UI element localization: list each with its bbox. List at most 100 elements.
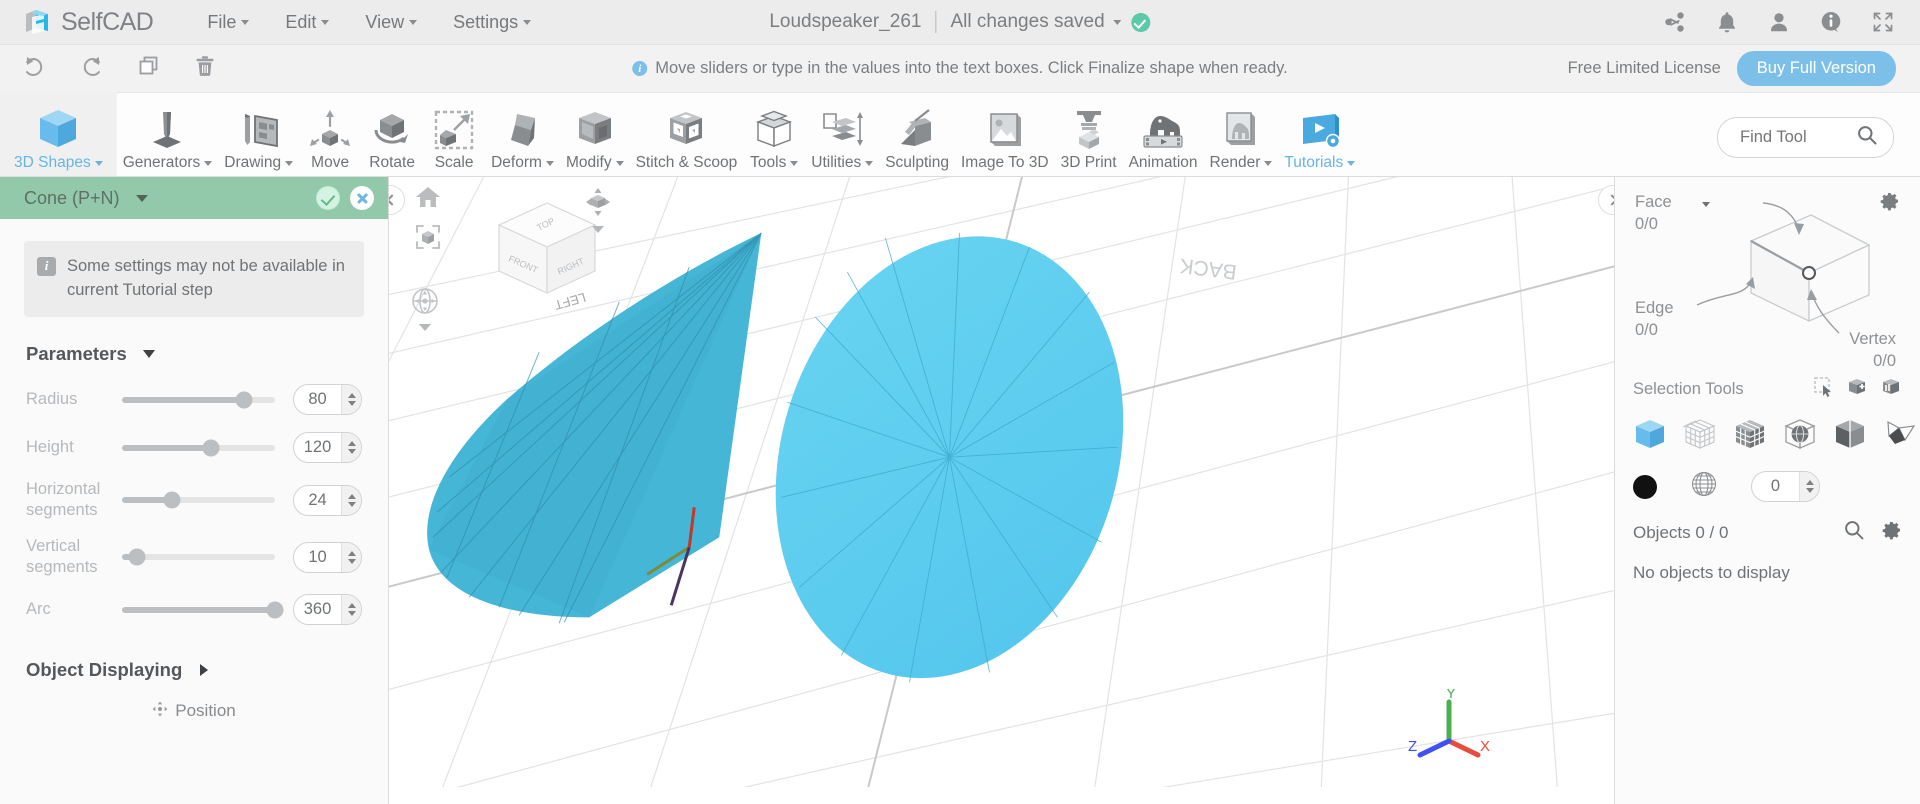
cancel-button[interactable] [350, 186, 374, 210]
chevron-down-icon[interactable] [347, 558, 356, 564]
param-height-slider[interactable] [122, 431, 275, 465]
chevron-up-icon[interactable] [347, 441, 356, 447]
slider-knob[interactable] [202, 439, 220, 457]
info-icon[interactable] [1820, 11, 1842, 33]
menu-view[interactable]: View [347, 6, 435, 39]
object-mode-icon[interactable] [1633, 418, 1667, 455]
parameters-section-header[interactable]: Parameters [0, 317, 388, 375]
menu-edit[interactable]: Edit [267, 6, 347, 39]
apply-button[interactable] [316, 186, 340, 210]
solid-brush-icon[interactable] [1633, 474, 1657, 499]
tool-drawing[interactable]: Drawing [218, 92, 299, 176]
user-icon[interactable] [1768, 11, 1790, 33]
orbit-icon[interactable] [411, 287, 439, 320]
stepper-arrows[interactable] [341, 595, 361, 625]
tool-sculpting[interactable]: Sculpting [879, 92, 955, 176]
gear-icon[interactable] [1882, 520, 1902, 545]
tool-deform[interactable]: Deform [485, 92, 560, 176]
perspective-icon[interactable] [584, 187, 612, 222]
edge-selector[interactable]: Edge 0/0 [1635, 299, 1674, 340]
tool-render[interactable]: Render [1204, 92, 1279, 176]
tool-scale[interactable]: Scale [423, 92, 485, 176]
chevron-down-icon[interactable] [419, 324, 431, 331]
param-height-input[interactable] [294, 438, 341, 458]
param-height-stepper[interactable] [293, 432, 362, 464]
delete-icon[interactable] [194, 55, 216, 82]
bell-icon[interactable] [1716, 11, 1738, 34]
subtract-select-icon[interactable] [1880, 377, 1902, 402]
tool-rotate[interactable]: Rotate [361, 92, 423, 176]
tool-utilities[interactable]: Utilities [805, 92, 879, 176]
tool-3d-print[interactable]: 3D Print [1055, 92, 1123, 176]
param-horizontal-segments-stepper[interactable] [293, 484, 362, 516]
tool-stitch-scoop[interactable]: Stitch & Scoop [630, 92, 744, 176]
chevron-down-icon[interactable] [1113, 19, 1122, 25]
stepper-arrows[interactable] [1799, 472, 1819, 501]
stepper-arrows[interactable] [341, 385, 361, 415]
find-tool-search[interactable] [1717, 117, 1894, 158]
param-arc-slider[interactable] [122, 593, 284, 627]
tool-tutorials[interactable]: Tutorials [1278, 92, 1361, 176]
3d-viewport[interactable]: TOP FRONT RIGHT LEFT BACK Y X Z [389, 177, 1614, 804]
share-icon[interactable] [1664, 11, 1686, 33]
undo-icon[interactable] [22, 55, 46, 82]
polygon-mode-icon[interactable] [1883, 418, 1917, 455]
half-mode-icon[interactable] [1833, 418, 1867, 455]
chevron-up-icon[interactable] [347, 393, 356, 399]
object-displaying-section[interactable]: Object Displaying [0, 641, 388, 681]
param-vertical-segments-slider[interactable] [122, 540, 275, 574]
search-icon[interactable] [1844, 520, 1864, 545]
slider-knob[interactable] [266, 601, 284, 619]
add-select-icon[interactable] [1846, 377, 1868, 402]
chevron-down-icon[interactable] [135, 194, 148, 202]
param-radius-input[interactable] [294, 390, 341, 410]
param-radius-stepper[interactable] [293, 384, 362, 416]
project-name[interactable]: Loudspeaker_261 [769, 11, 935, 33]
chevron-down-icon[interactable] [347, 449, 356, 455]
buy-full-version-button[interactable]: Buy Full Version [1736, 51, 1896, 86]
sphere-mode-icon[interactable] [1783, 418, 1817, 455]
param-radius-slider[interactable] [122, 383, 275, 417]
vertex-selector[interactable]: Vertex 0/0 [1849, 330, 1896, 371]
stepper-arrows[interactable] [341, 542, 361, 572]
position-row[interactable]: Position [0, 681, 388, 722]
copy-icon[interactable] [138, 55, 160, 82]
param-horizontal-segments-input[interactable] [294, 490, 341, 510]
tool-move[interactable]: Move [299, 92, 361, 176]
chevron-down-icon[interactable] [347, 611, 356, 617]
menu-settings[interactable]: Settings [435, 6, 549, 39]
home-icon[interactable] [415, 185, 441, 214]
menu-file[interactable]: File [189, 6, 267, 39]
slider-knob[interactable] [128, 548, 146, 566]
search-icon[interactable] [1857, 125, 1877, 150]
redo-icon[interactable] [80, 55, 104, 82]
chevron-down-icon[interactable] [592, 226, 604, 233]
tool-animation[interactable]: Animation [1123, 92, 1204, 176]
fit-to-view-icon[interactable] [415, 224, 441, 255]
mesh-brush-icon[interactable] [1691, 471, 1717, 502]
stepper-arrows[interactable] [341, 433, 361, 463]
chevron-up-icon[interactable] [347, 550, 356, 556]
param-vertical-segments-stepper[interactable] [293, 541, 362, 573]
face-mode-icon[interactable] [1733, 418, 1767, 455]
brush-size-input[interactable] [1752, 477, 1799, 496]
tool-generators[interactable]: Generators [117, 92, 219, 176]
brand[interactable]: SelfCAD [0, 7, 154, 37]
param-arc-input[interactable] [294, 600, 341, 620]
chevron-up-icon[interactable] [347, 493, 356, 499]
tool-3d-shapes[interactable]: 3D Shapes [0, 92, 117, 176]
gear-icon[interactable] [1880, 191, 1900, 216]
tool-tools[interactable]: Tools [743, 92, 805, 176]
chevron-up-icon[interactable] [1805, 480, 1814, 485]
chevron-up-icon[interactable] [347, 603, 356, 609]
fullscreen-icon[interactable] [1872, 11, 1894, 33]
chevron-down-icon[interactable] [1805, 488, 1814, 493]
tool-image-to-3d[interactable]: Image To 3D [955, 92, 1055, 176]
param-horizontal-segments-slider[interactable] [122, 483, 275, 517]
param-vertical-segments-input[interactable] [294, 547, 341, 567]
wire-mode-icon[interactable] [1681, 418, 1717, 455]
slider-knob[interactable] [163, 491, 181, 509]
chevron-down-icon[interactable] [347, 401, 356, 407]
param-arc-stepper[interactable] [293, 594, 362, 626]
slider-knob[interactable] [235, 391, 253, 409]
